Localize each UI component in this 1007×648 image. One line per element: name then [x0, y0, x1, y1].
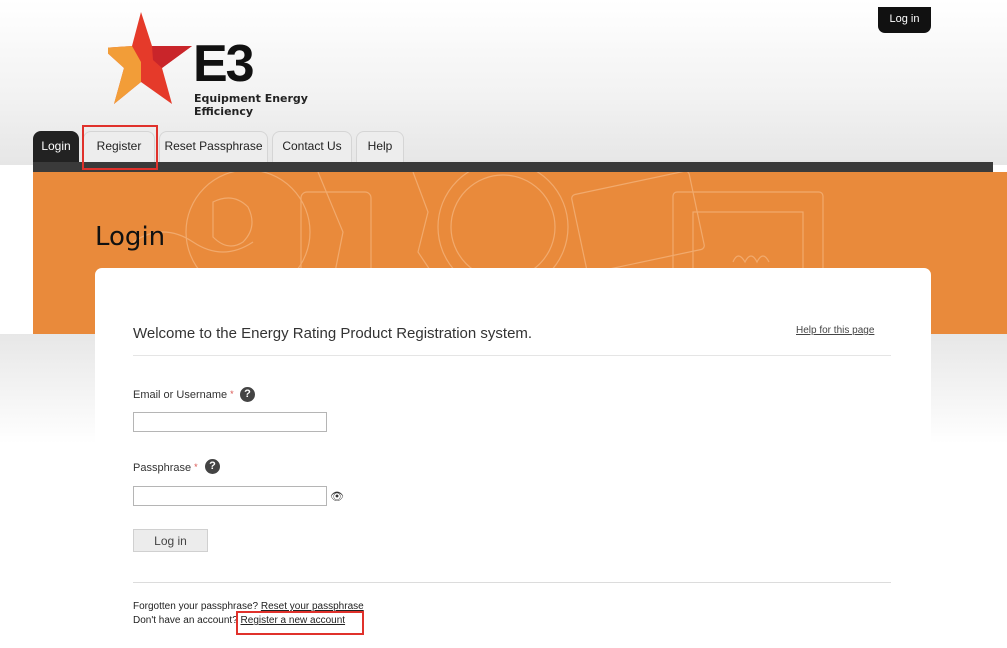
tab-login[interactable]: Login [33, 131, 79, 162]
logo-mark: E3 [193, 35, 255, 93]
required-marker: * [230, 389, 234, 399]
help-page-link[interactable]: Help for this page [796, 325, 874, 336]
passphrase-input[interactable] [133, 486, 327, 506]
logo-subtitle: Equipment Energy Efficiency [194, 92, 308, 118]
divider [133, 582, 891, 583]
email-label: Email or Username * [133, 389, 234, 401]
passphrase-label-text: Passphrase [133, 462, 192, 474]
passphrase-label: Passphrase * [133, 462, 198, 474]
no-account-text: Don't have an account? [133, 615, 238, 626]
login-button[interactable]: Log in [133, 529, 208, 552]
required-marker: * [194, 462, 198, 472]
logo-line-1: Equipment Energy [194, 92, 308, 105]
e3-logo: E3 Equipment Energy Efficiency [108, 12, 318, 122]
email-label-text: Email or Username [133, 389, 228, 401]
logo-line-2: Efficiency [194, 105, 254, 118]
register-link-highlight [236, 611, 364, 635]
tab-bar [33, 162, 993, 172]
question-circle-icon[interactable]: ? [205, 459, 220, 474]
star-logo-icon [108, 12, 192, 104]
eye-icon[interactable]: 👁︎ [330, 490, 344, 503]
page-title: Login [95, 222, 166, 252]
email-input[interactable] [133, 412, 327, 432]
header-login-button[interactable]: Log in [878, 7, 931, 33]
divider [133, 355, 891, 356]
welcome-message: Welcome to the Energy Rating Product Reg… [133, 325, 533, 342]
register-tab-highlight [82, 125, 158, 170]
tab-contact-us[interactable]: Contact Us [272, 131, 352, 162]
tab-help[interactable]: Help [356, 131, 404, 162]
tab-reset-passphrase[interactable]: Reset Passphrase [159, 131, 268, 162]
question-circle-icon[interactable]: ? [240, 387, 255, 402]
